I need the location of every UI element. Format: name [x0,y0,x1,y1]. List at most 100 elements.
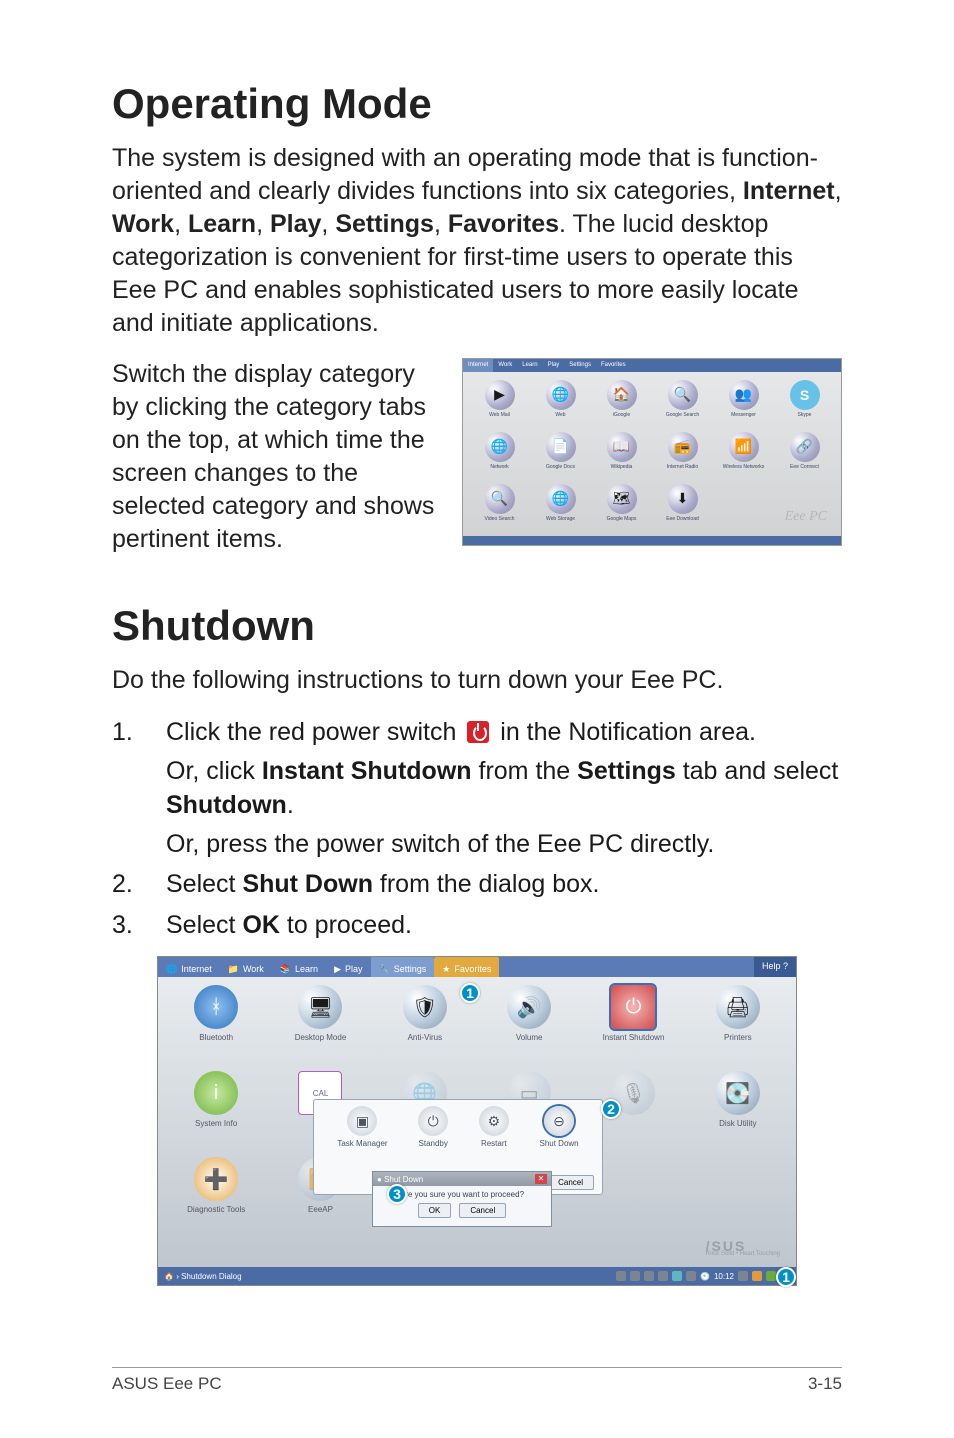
text: from the [472,757,578,785]
step-1: 1. Click the red power switch in the Not… [112,715,842,861]
icon-label: Bluetooth [199,1033,233,1042]
globe-icon: 🔍 [668,380,698,410]
icon-label: Network [490,464,508,470]
ok-label: OK [242,911,280,939]
shutdown-steps-list: 1. Click the red power switch in the Not… [112,715,842,942]
eee-tab: Work [493,359,517,372]
disk-icon: 💽 [716,1071,760,1115]
callout-3: 3 [387,1184,407,1204]
ok-button[interactable]: OK [418,1203,452,1218]
skype-icon: S [790,380,820,410]
icon-label: Web Mail [489,412,510,418]
tray-icon [752,1271,762,1281]
icon-label: Diagnostic Tools [187,1205,245,1214]
power-icon: ⏻ [611,985,655,1029]
tray-icon [686,1271,696,1281]
app-disk-utility[interactable]: 💽 Disk Utility [686,1071,790,1157]
option-restart[interactable]: ⚙Restart [479,1106,509,1172]
maps-icon: 🗺 [607,484,637,514]
text: in the Notification area. [493,718,756,746]
cancel-button[interactable]: Cancel [459,1203,506,1218]
tab-label: Play [345,964,363,974]
app-bluetooth[interactable]: ᚼ Bluetooth [164,985,268,1071]
volume-icon: 🔊 [507,985,551,1029]
screenshot-settings-shutdown: 🌐Internet 📁 Work 📚Learn ▶ Play 🔧Settings ★… [157,956,797,1286]
bluetooth-icon: ᚼ [194,985,238,1029]
tab-settings[interactable]: 🔧Settings [371,957,435,977]
home-icon: 🏠 [164,1272,174,1281]
asus-brand: /SUS Rock Solid • Heart Touching [706,1238,780,1257]
heading-shutdown: Shutdown [112,602,842,650]
tab-label: Internet [181,964,212,974]
option-task-manager[interactable]: ▣Task Manager [337,1106,387,1172]
tab-label: Work [243,964,264,974]
icon-label: iGoogle [613,412,630,418]
footer-left: ASUS Eee PC [112,1374,222,1394]
step-number: 2. [112,867,136,902]
clock-icon: 🕙 [700,1272,710,1281]
taskmanager-icon: ▣ [347,1106,377,1136]
heading-operating-mode: Operating Mode [112,80,842,128]
shutdown-label: Shutdown [166,791,287,819]
option-shut-down[interactable]: ⊖Shut Down [539,1106,578,1172]
gear-icon: 🔧 [379,964,390,975]
ss-icon-grid: ᚼBluetooth 🖥Desktop Mode 🛡Anti-Virus 🔊Vo… [158,977,796,1267]
app-instant-shutdown[interactable]: ⏻Instant Shutdown [581,985,685,1071]
eee-tab: Settings [564,359,596,372]
icon-label: Internet Radio [667,464,698,470]
step-number: 3. [112,908,136,943]
tab-label: Help [762,961,781,971]
icon-label: Disk Utility [719,1119,756,1128]
icon-label: Wikipedia [611,464,633,470]
help-icon: ? [783,961,788,971]
close-icon[interactable]: ✕ [535,1174,547,1184]
globe-icon: 👥 [729,380,759,410]
tab-work[interactable]: 📁 Work [220,957,272,977]
tab-play[interactable]: ▶ Play [326,957,370,977]
icon-label: Volume [516,1033,543,1042]
play-icon: ▶ [334,964,341,975]
radio-icon: 📻 [668,432,698,462]
paragraph-shutdown-intro: Do the following instructions to turn do… [112,664,842,697]
folder-icon: 📁 [228,964,239,975]
brand-tagline: Rock Solid • Heart Touching [706,1251,780,1257]
eee-tab: Play [543,359,565,372]
cancel-button[interactable]: Cancel [547,1175,594,1190]
ss-status-bar: 🏠 › Shutdown Dialog 🕙 10:12 [158,1267,796,1285]
tray-icon [672,1271,682,1281]
eee-tab: Internet [463,359,493,372]
shield-icon: 🛡 [403,985,447,1029]
printer-icon: 🖨 [716,985,760,1029]
text: , [434,210,448,238]
shut-down-label: Shut Down [242,870,373,898]
option-standby[interactable]: ⏻Standby [418,1106,448,1172]
tab-help[interactable]: Help ? [754,957,796,977]
diagnostic-icon: ➕ [194,1157,238,1201]
text: , [174,210,188,238]
icon-label: Web [555,412,565,418]
tab-favorites[interactable]: ★Favorites [434,957,499,977]
icon-label: Google Docs [546,464,575,470]
app-system-info[interactable]: iSystem Info [164,1071,268,1157]
icon-label: Wireless Networks [723,464,764,470]
app-diagnostic[interactable]: ➕ Diagnostic Tools [164,1157,268,1243]
tab-internet[interactable]: 🌐Internet [158,957,220,977]
icon-label: Desktop Mode [295,1033,347,1042]
tab-learn[interactable]: 📚Learn [272,957,326,977]
text: , [321,210,335,238]
app-printers[interactable]: 🖨Printers [686,985,790,1071]
standby-icon: ⏻ [418,1106,448,1136]
tray-icon [738,1271,748,1281]
footer-page-number: 3-15 [808,1374,842,1394]
icon-label: Google Maps [607,516,637,522]
globe-icon: 🌐 [546,380,576,410]
page-footer: ASUS Eee PC 3-15 [112,1367,842,1394]
app-desktop-mode[interactable]: 🖥Desktop Mode [268,985,372,1071]
paragraph-switch-category: Switch the display category by clicking … [112,358,444,556]
category-play: Play [270,210,321,238]
app-volume[interactable]: 🔊 Volume [477,985,581,1071]
tray-icon [630,1271,640,1281]
wifi-icon: 📶 [729,432,759,462]
category-favorites: Favorites [448,210,559,238]
option-label: Restart [481,1139,507,1148]
